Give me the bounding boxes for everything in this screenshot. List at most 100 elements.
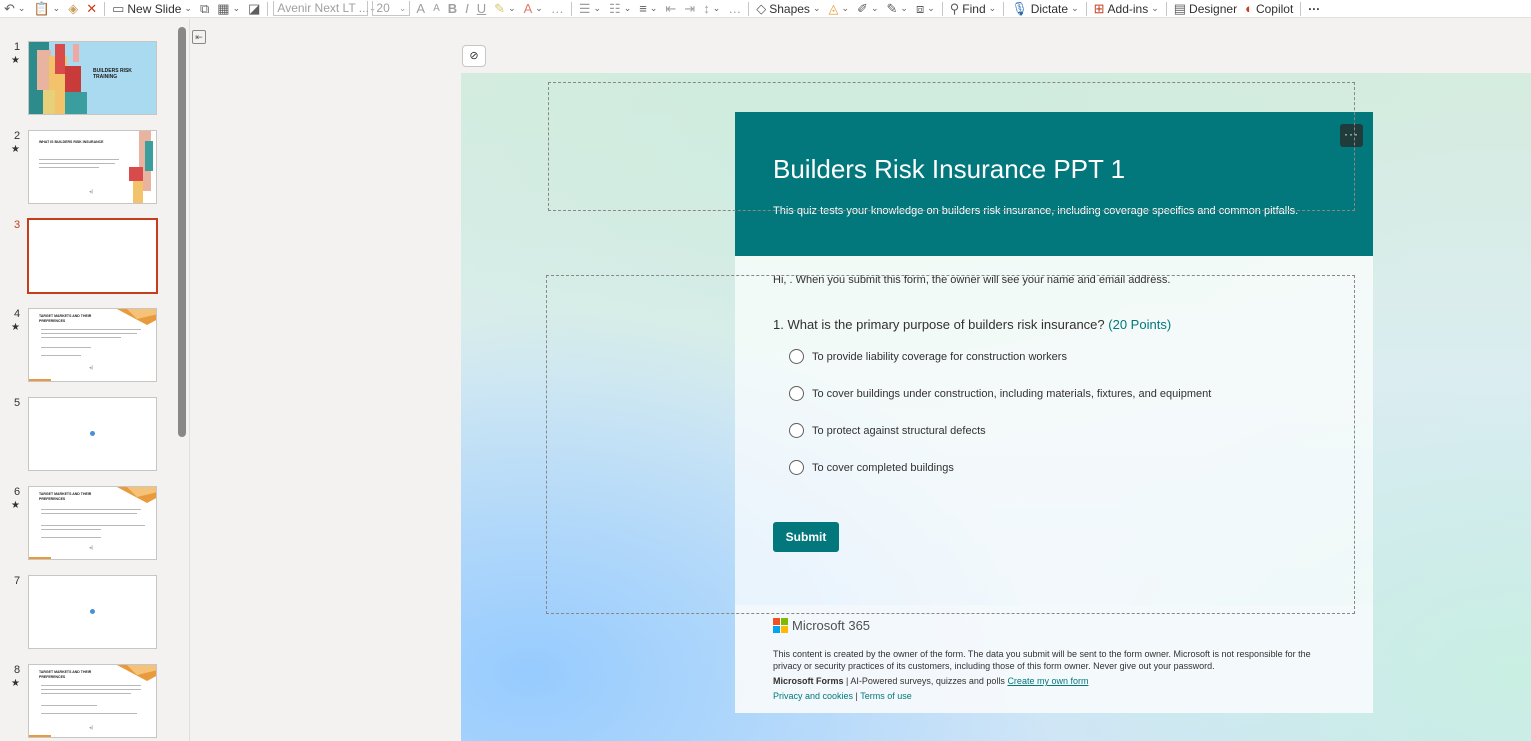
copilot-button[interactable]: ◐ Copilot <box>1241 0 1297 17</box>
highlight-button[interactable]: ✎ ⌄ <box>490 0 519 17</box>
designer-label: Designer <box>1189 1 1238 16</box>
divider <box>1165 1 1167 16</box>
paste-button[interactable]: 📋 ⌄ <box>29 0 64 17</box>
shapes-button[interactable]: ◇ Shapes ⌄ <box>752 0 824 17</box>
divider <box>1300 1 1302 16</box>
terms-link[interactable]: Terms of use <box>860 691 912 701</box>
font-color-button[interactable]: A ⌄ <box>520 0 547 17</box>
numbering-button[interactable]: ☷ ⌄ <box>605 0 635 17</box>
thumbnail-scrollbar[interactable] <box>178 27 186 437</box>
collapse-pane-button[interactable]: ⇤ <box>192 30 206 44</box>
slide-number: 1 <box>14 41 21 53</box>
highlighter-icon: ✎ <box>494 1 506 16</box>
slide-thumbnail-pane: 1 ★ BUILDERS RISK TRAINING 2 ★ WHAT IS B… <box>0 19 190 741</box>
design-button[interactable]: ◪ <box>244 0 264 17</box>
text-line <box>41 355 81 356</box>
disclaimer-line: This content is created by the owner of … <box>773 649 1311 659</box>
chevron-down-icon: ⌄ <box>988 3 997 13</box>
slide-preview <box>28 575 157 649</box>
font-name-value: Avenir Next LT ... <box>277 1 369 15</box>
delete-button[interactable]: ✕ <box>82 0 101 17</box>
embedded-object-icon <box>90 609 95 614</box>
slide-number: 4 <box>14 308 21 320</box>
bold-button[interactable]: B <box>444 0 461 17</box>
new-slide-icon: ▭ <box>112 1 125 16</box>
slide-preview: TARGET MARKETS AND THEIR PREFERENCES ◂) <box>28 308 157 382</box>
font-size-select[interactable]: 20 ⌄ <box>372 1 411 16</box>
create-form-link[interactable]: Create my own form <box>1007 676 1088 686</box>
designer-icon: ▤ <box>1173 1 1187 16</box>
shape-outline-button[interactable]: ✐ ⌄ <box>853 0 882 17</box>
decrease-indent-button[interactable]: ⇤ <box>661 0 680 17</box>
underline-button[interactable]: U <box>473 0 490 17</box>
embedded-object-icon <box>90 431 95 436</box>
shape-effects-button[interactable]: ✎ ⌄ <box>882 0 911 17</box>
chevron-down-icon: ⌄ <box>870 3 879 13</box>
chevron-down-icon: ⌄ <box>623 3 632 13</box>
building-illustration <box>129 131 153 203</box>
title-placeholder-outline[interactable] <box>548 82 1355 211</box>
slide-number: 5 <box>14 397 21 409</box>
new-slide-button[interactable]: ▭ New Slide ⌄ <box>108 0 196 17</box>
find-button[interactable]: ⚲ Find ⌄ <box>946 0 1000 17</box>
undo-button[interactable]: ↶ ⌄ <box>0 0 29 17</box>
text-line <box>41 529 101 530</box>
more-paragraph-button[interactable]: … <box>724 0 745 17</box>
new-slide-label: New Slide <box>127 1 182 16</box>
bullets-button[interactable]: ☰ ⌄ <box>575 0 605 17</box>
chevron-down-icon: ⌄ <box>535 3 543 13</box>
search-icon: ⚲ <box>949 1 960 16</box>
slide-title: TARGET MARKETS AND THEIR PREFERENCES <box>39 670 92 679</box>
shrink-font-button[interactable]: A <box>429 0 444 17</box>
content-placeholder-outline[interactable] <box>546 275 1355 614</box>
dictate-button[interactable]: 🎙 Dictate ⌄ <box>1007 0 1082 17</box>
divider <box>1085 1 1087 16</box>
privacy-link[interactable]: Privacy and cookies <box>773 691 853 701</box>
slide-canvas[interactable]: Builders Risk Insurance PPT 1 This quiz … <box>461 73 1531 741</box>
disclaimer-line: privacy or security practices of its cus… <box>773 661 1215 671</box>
font-size-value: 20 <box>376 1 390 15</box>
text-line <box>41 329 141 330</box>
chevron-down-icon: ⌄ <box>1071 3 1079 13</box>
chevron-down-icon: ⌄ <box>17 3 26 13</box>
more-options-button[interactable]: ··· <box>1304 0 1324 17</box>
addins-icon: ⊞ <box>1093 1 1105 16</box>
layout-button[interactable]: ▦ ⌄ <box>213 0 244 17</box>
text-line <box>41 513 137 514</box>
font-name-select[interactable]: Avenir Next LT ... ⌄ <box>273 1 376 16</box>
animation-star-icon: ★ <box>11 55 20 66</box>
chevron-down-icon: ⌄ <box>184 3 192 13</box>
text-line <box>41 685 141 686</box>
grow-font-icon: A <box>416 1 426 16</box>
arrange-button[interactable]: ⧈ ⌄ <box>912 0 939 17</box>
slide-preview-selected <box>27 218 158 294</box>
align-button[interactable]: ≡ ⌄ <box>635 0 661 17</box>
slide-preview: TARGET MARKETS AND THEIR PREFERENCES ◂) <box>28 664 157 738</box>
italic-button[interactable]: I <box>461 0 473 17</box>
undo-icon: ↶ <box>4 1 15 16</box>
grow-font-button[interactable]: A <box>412 0 429 17</box>
reuse-slides-button[interactable]: ⧉ <box>196 0 213 17</box>
increase-indent-button[interactable]: ⇥ <box>680 0 699 17</box>
text-line <box>41 705 97 706</box>
more-font-button[interactable]: … <box>547 0 568 17</box>
italic-icon: I <box>465 1 469 16</box>
forms-credit: Microsoft Forms | AI-Powered surveys, qu… <box>773 675 1088 687</box>
chevron-down-icon: ⌄ <box>398 2 407 13</box>
addins-button[interactable]: ⊞ Add-ins ⌄ <box>1090 0 1163 17</box>
text-line <box>41 525 145 526</box>
format-painter-button[interactable]: ◈ <box>64 0 82 17</box>
shapes-label: Shapes <box>769 1 810 16</box>
divider <box>748 1 750 16</box>
slide-preview: TARGET MARKETS AND THEIR PREFERENCES ◂) <box>28 486 157 560</box>
line-spacing-button[interactable]: ↕ ⌄ <box>699 0 724 17</box>
increase-indent-icon: ⇥ <box>684 1 696 16</box>
shape-fill-button[interactable]: ◬ ⌄ <box>824 0 853 17</box>
text-line <box>41 537 101 538</box>
addin-toggle-button[interactable]: ⊘ <box>462 45 486 67</box>
designer-button[interactable]: ▤ Designer <box>1170 0 1241 17</box>
footer-bar <box>29 557 51 559</box>
animation-star-icon: ★ <box>11 500 20 511</box>
slide-number: 7 <box>14 575 21 587</box>
forms-addin-icon: ⊘ <box>469 50 479 62</box>
